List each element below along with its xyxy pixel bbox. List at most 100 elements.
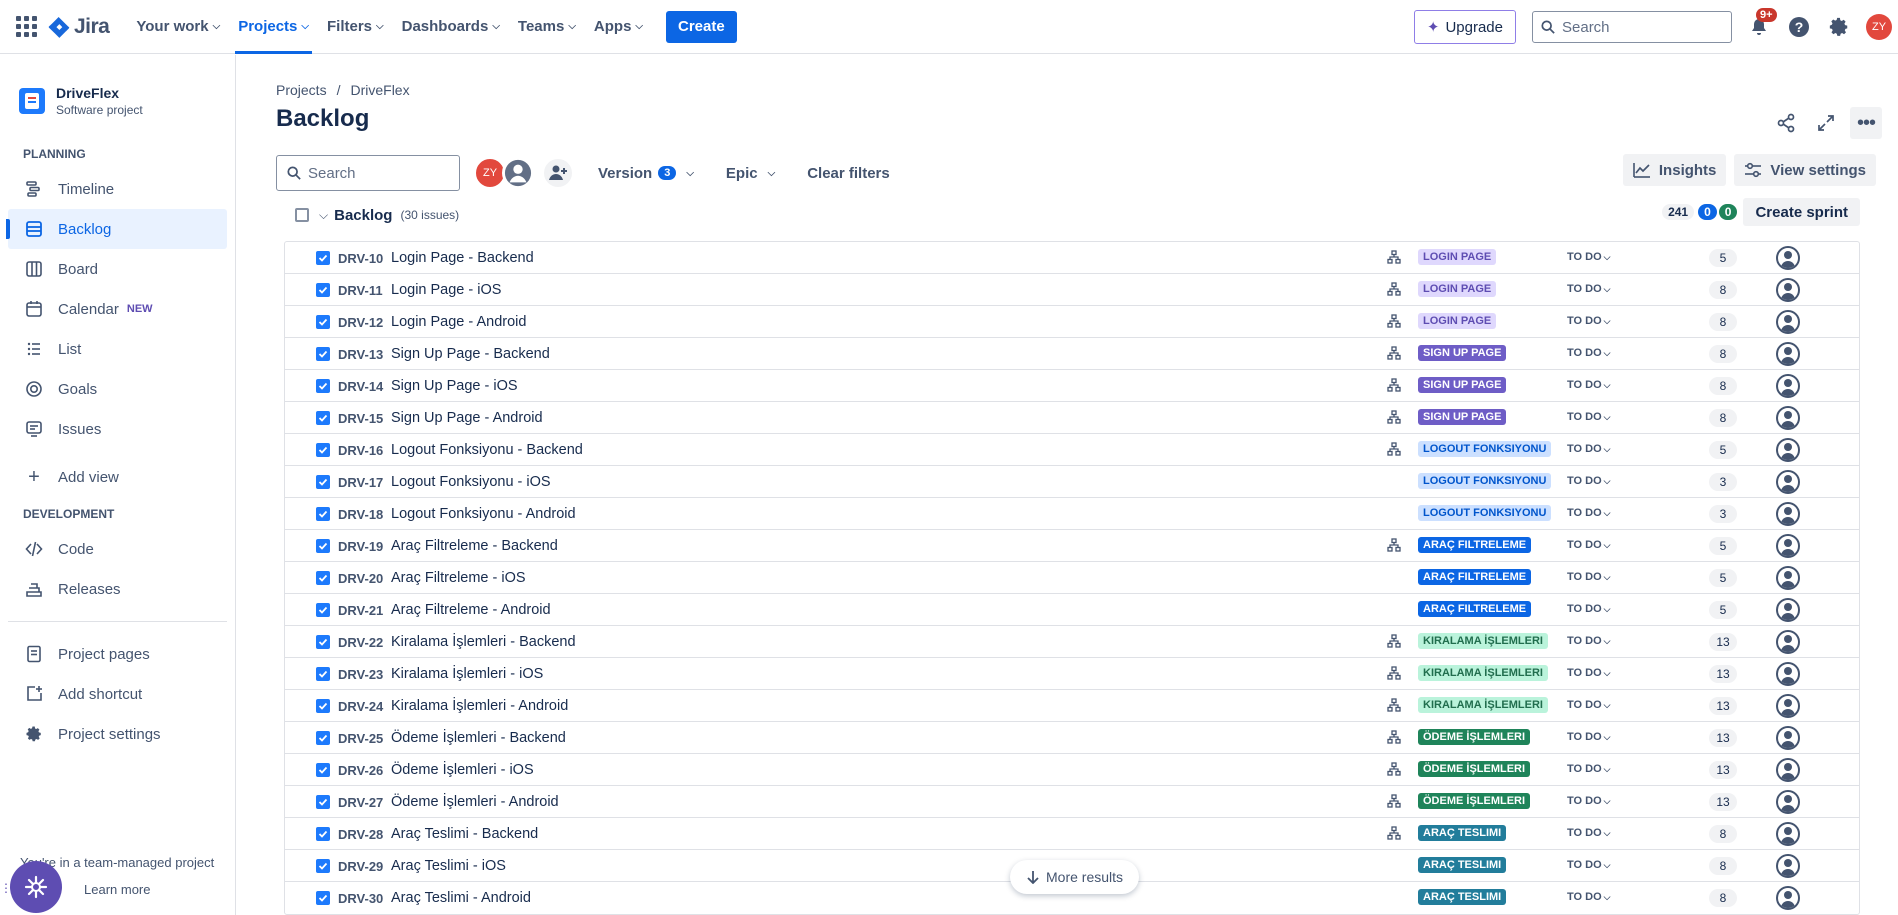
- issue-row[interactable]: DRV-15 Sign Up Page - Android SIGN UP PAGE…: [285, 402, 1859, 434]
- jira-logo[interactable]: Jira: [48, 15, 110, 39]
- epic-lozenge[interactable]: ARAÇ TESLIMI: [1418, 857, 1507, 873]
- unassigned-avatar-icon[interactable]: [1776, 662, 1800, 686]
- unassigned-avatar-icon[interactable]: [1776, 246, 1800, 270]
- issue-key[interactable]: DRV-29: [338, 859, 383, 874]
- status-dropdown[interactable]: TO DO ⌵: [1567, 827, 1610, 839]
- issue-key[interactable]: DRV-27: [338, 795, 383, 810]
- issue-row[interactable]: DRV-18 Logout Fonksiyonu - Android LOGOUT …: [285, 498, 1859, 530]
- epic-lozenge[interactable]: ARAÇ FILTRELEME: [1418, 601, 1532, 617]
- issue-summary[interactable]: Sign Up Page - iOS: [391, 378, 518, 394]
- status-dropdown[interactable]: TO DO ⌵: [1567, 699, 1610, 711]
- unassigned-avatar-icon[interactable]: [1776, 502, 1800, 526]
- issue-row[interactable]: DRV-23 Kiralama İşlemleri - iOS KIRALAMA İ…: [285, 658, 1859, 690]
- nav-apps[interactable]: Apps ⌵: [585, 0, 652, 54]
- story-points-badge[interactable]: 3: [1709, 505, 1737, 523]
- unassigned-avatar-icon[interactable]: [1776, 342, 1800, 366]
- issue-key[interactable]: DRV-25: [338, 731, 383, 746]
- issue-row[interactable]: DRV-17 Logout Fonksiyonu - iOS LOGOUT FONK…: [285, 466, 1859, 498]
- epic-lozenge[interactable]: ARAÇ TESLIMI: [1418, 825, 1507, 841]
- issue-row[interactable]: DRV-22 Kiralama İşlemleri - Backend KIRALA…: [285, 626, 1859, 658]
- story-points-badge[interactable]: 5: [1709, 249, 1737, 267]
- issue-key[interactable]: DRV-17: [338, 475, 383, 490]
- issue-summary[interactable]: Logout Fonksiyonu - Backend: [391, 442, 583, 458]
- story-points-badge[interactable]: 5: [1709, 601, 1737, 619]
- epic-lozenge[interactable]: LOGOUT FONKSIYONU: [1418, 441, 1552, 457]
- issue-row[interactable]: DRV-11 Login Page - iOS LOGIN PAGE TO DO ⌵ 8: [285, 274, 1859, 306]
- issue-summary[interactable]: Login Page - Backend: [391, 250, 534, 266]
- story-points-badge[interactable]: 3: [1709, 473, 1737, 491]
- status-dropdown[interactable]: TO DO ⌵: [1567, 251, 1610, 263]
- status-dropdown[interactable]: TO DO ⌵: [1567, 315, 1610, 327]
- clear-filters-button[interactable]: Clear filters: [797, 157, 900, 189]
- status-dropdown[interactable]: TO DO ⌵: [1567, 539, 1610, 551]
- epic-lozenge[interactable]: LOGIN PAGE: [1418, 281, 1497, 297]
- issue-summary[interactable]: Kiralama İşlemleri - iOS: [391, 666, 543, 682]
- breadcrumb-project[interactable]: DriveFlex: [350, 82, 409, 98]
- fullscreen-button[interactable]: [1810, 107, 1842, 139]
- unassigned-avatar-icon[interactable]: [1776, 310, 1800, 334]
- sidebar-item-project-pages[interactable]: Project pages: [8, 634, 227, 674]
- issue-summary[interactable]: Araç Teslimi - Android: [391, 890, 531, 906]
- story-points-badge[interactable]: 13: [1709, 633, 1737, 651]
- status-dropdown[interactable]: TO DO ⌵: [1567, 443, 1610, 455]
- status-dropdown[interactable]: TO DO ⌵: [1567, 763, 1610, 775]
- epic-lozenge[interactable]: ÖDEME İŞLEMLERI: [1418, 761, 1531, 777]
- issue-row[interactable]: DRV-20 Araç Filtreleme - iOS ARAÇ FILTRELE…: [285, 562, 1859, 594]
- issue-key[interactable]: DRV-10: [338, 251, 383, 266]
- status-dropdown[interactable]: TO DO ⌵: [1567, 379, 1610, 391]
- notifications-button[interactable]: 9+: [1746, 8, 1777, 40]
- child-issues-icon[interactable]: [1387, 346, 1401, 363]
- status-dropdown[interactable]: TO DO ⌵: [1567, 731, 1610, 743]
- unassigned-avatar-icon[interactable]: [1776, 694, 1800, 718]
- status-dropdown[interactable]: TO DO ⌵: [1567, 475, 1610, 487]
- settings-button[interactable]: [1826, 14, 1852, 40]
- issue-summary[interactable]: Araç Filtreleme - Android: [391, 602, 551, 618]
- issue-key[interactable]: DRV-15: [338, 411, 383, 426]
- project-header[interactable]: DriveFlex Software project: [19, 85, 235, 117]
- issue-summary[interactable]: Ödeme İşlemleri - Android: [391, 794, 559, 810]
- issue-summary[interactable]: Araç Filtreleme - Backend: [391, 538, 558, 554]
- epic-lozenge[interactable]: ARAÇ FILTRELEME: [1418, 569, 1532, 585]
- nav-filters[interactable]: Filters ⌵: [318, 0, 393, 54]
- child-issues-icon[interactable]: [1387, 250, 1401, 267]
- app-switcher-icon[interactable]: [14, 15, 38, 39]
- select-all-checkbox[interactable]: [295, 208, 309, 222]
- version-filter-button[interactable]: Version 3 ⌵: [588, 157, 704, 189]
- story-points-badge[interactable]: 13: [1709, 697, 1737, 715]
- status-dropdown[interactable]: TO DO ⌵: [1567, 347, 1610, 359]
- more-results-button[interactable]: More results: [1010, 860, 1140, 894]
- status-dropdown[interactable]: TO DO ⌵: [1567, 571, 1610, 583]
- issue-row[interactable]: DRV-27 Ödeme İşlemleri - Android ÖDEME İŞL…: [285, 786, 1859, 818]
- avatar-filter-unassigned[interactable]: [502, 157, 534, 189]
- story-points-badge[interactable]: 13: [1709, 729, 1737, 747]
- nav-your-work[interactable]: Your work ⌵: [127, 0, 229, 54]
- issue-summary[interactable]: Logout Fonksiyonu - Android: [391, 506, 576, 522]
- unassigned-avatar-icon[interactable]: [1776, 758, 1800, 782]
- status-dropdown[interactable]: TO DO ⌵: [1567, 891, 1610, 903]
- breadcrumb-projects[interactable]: Projects: [276, 82, 327, 98]
- user-avatar[interactable]: ZY: [1866, 14, 1892, 40]
- add-people-button[interactable]: [542, 157, 574, 189]
- issue-key[interactable]: DRV-26: [338, 763, 383, 778]
- child-issues-icon[interactable]: [1387, 538, 1401, 555]
- status-dropdown[interactable]: TO DO ⌵: [1567, 667, 1610, 679]
- child-issues-icon[interactable]: [1387, 314, 1401, 331]
- child-issues-icon[interactable]: [1387, 666, 1401, 683]
- backlog-search-input[interactable]: Search: [276, 155, 460, 191]
- issue-row[interactable]: DRV-14 Sign Up Page - iOS SIGN UP PAGE TO D…: [285, 370, 1859, 402]
- epic-lozenge[interactable]: ARAÇ TESLIMI: [1418, 889, 1507, 905]
- epic-lozenge[interactable]: ÖDEME İŞLEMLERI: [1418, 729, 1531, 745]
- child-issues-icon[interactable]: [1387, 282, 1401, 299]
- issue-summary[interactable]: Sign Up Page - Backend: [391, 346, 550, 362]
- epic-lozenge[interactable]: SIGN UP PAGE: [1418, 345, 1507, 361]
- story-points-badge[interactable]: 5: [1709, 441, 1737, 459]
- sidebar-item-code[interactable]: Code: [8, 529, 227, 569]
- unassigned-avatar-icon[interactable]: [1776, 630, 1800, 654]
- issue-key[interactable]: DRV-12: [338, 315, 383, 330]
- story-points-badge[interactable]: 8: [1709, 377, 1737, 395]
- collapse-chevron-icon[interactable]: ⌵: [319, 208, 328, 223]
- issue-row[interactable]: DRV-24 Kiralama İşlemleri - Android KIRALA…: [285, 690, 1859, 722]
- sidebar-item-add-shortcut[interactable]: Add shortcut: [8, 674, 227, 714]
- issue-row[interactable]: DRV-19 Araç Filtreleme - Backend ARAÇ FILT…: [285, 530, 1859, 562]
- unassigned-avatar-icon[interactable]: [1776, 534, 1800, 558]
